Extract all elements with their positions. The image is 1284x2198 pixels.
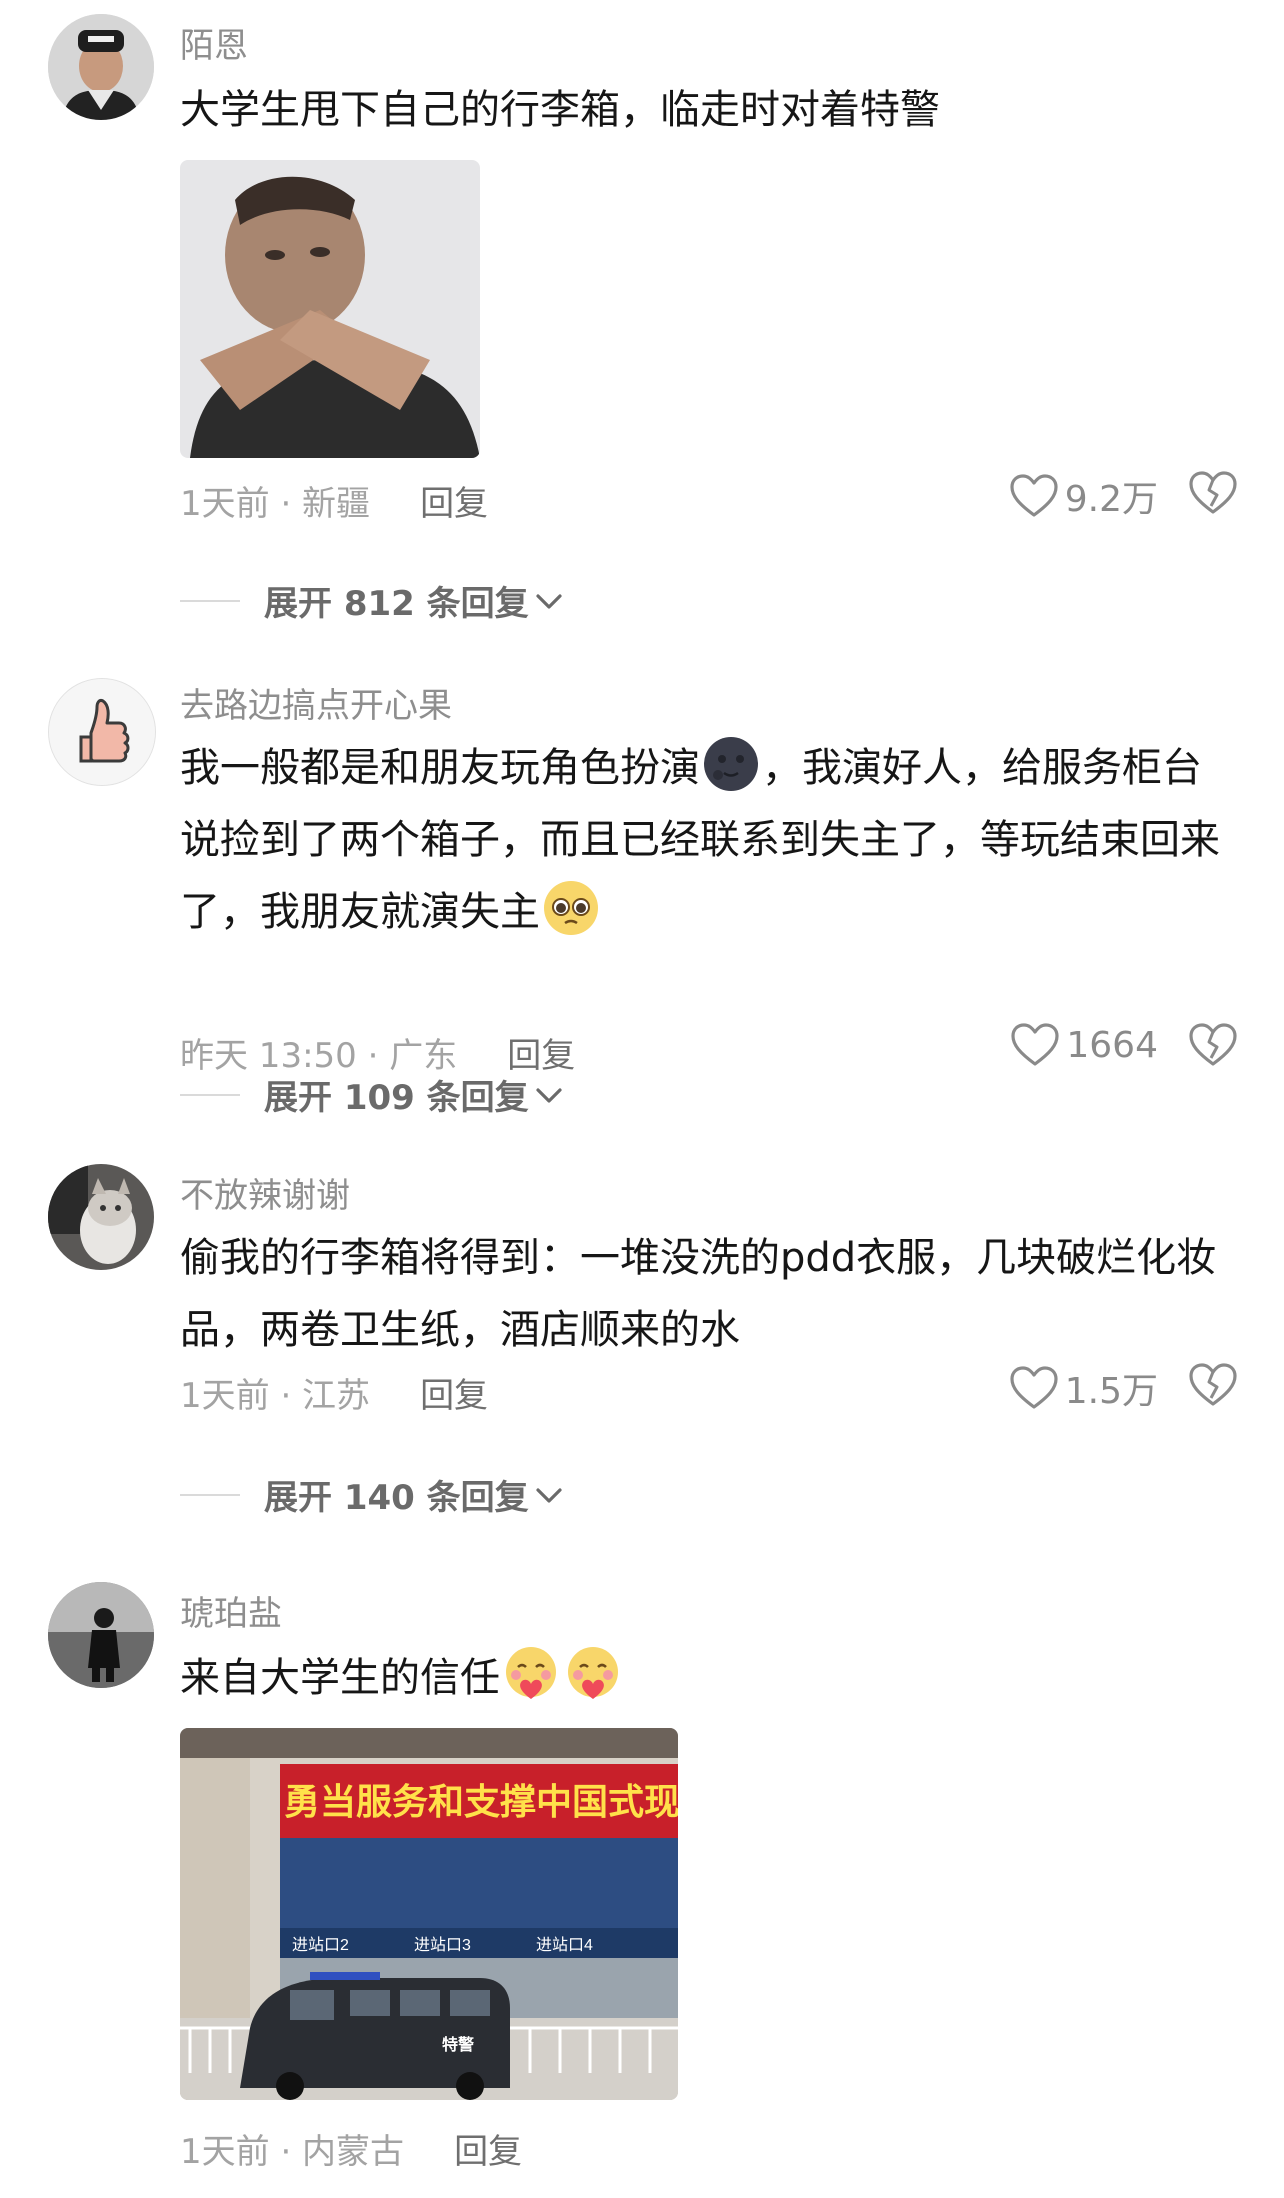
username[interactable]: 陌恩 bbox=[180, 18, 248, 67]
chevron-down-icon bbox=[533, 589, 565, 613]
comment-meta: 1天前 · 新疆 回复 bbox=[180, 476, 488, 525]
comment-item: 去路边搞点开心果 我一般都是和朋友玩角色扮演 ，我演好人，给服务柜台说捡到了两个… bbox=[0, 660, 1284, 1140]
username[interactable]: 去路边搞点开心果 bbox=[180, 678, 452, 727]
entrance-label: 进站口3 bbox=[414, 1936, 471, 1954]
comment-item: 不放辣谢谢 偷我的行李箱将得到：一堆没洗的pdd衣服，几块破烂化妆品，两卷卫生纸… bbox=[0, 1150, 1284, 1570]
entrance-label: 进站口2 bbox=[292, 1936, 349, 1954]
avatar[interactable] bbox=[48, 678, 156, 786]
broken-heart-icon[interactable] bbox=[1188, 470, 1238, 516]
like-button[interactable]: 1.5万 bbox=[1009, 1362, 1158, 1414]
dark-moon-emoji-icon bbox=[704, 737, 758, 791]
comment-text: 偷我的行李箱将得到：一堆没洗的pdd衣服，几块破烂化妆品，两卷卫生纸，酒店顺来的… bbox=[180, 1235, 1217, 1353]
reply-button[interactable]: 回复 bbox=[420, 1376, 488, 1416]
reply-button[interactable]: 回复 bbox=[454, 2132, 522, 2172]
comment-text-part: 来自大学生的信任 bbox=[180, 1655, 500, 1701]
divider bbox=[180, 1493, 240, 1496]
expand-replies-label: 展开 140 条回复 bbox=[264, 1478, 529, 1518]
like-button[interactable]: 1664 bbox=[1010, 1022, 1158, 1068]
comment-image[interactable] bbox=[180, 160, 480, 458]
van-label: 特警 bbox=[442, 2035, 474, 2054]
comment-text: 来自大学生的信任 bbox=[180, 1642, 1240, 1714]
comment-text: 我一般都是和朋友玩角色扮演 ，我演好人，给服务柜台说捡到了两个箱子，而且已经联系… bbox=[180, 732, 1240, 948]
time-location: 1天前 · 内蒙古 bbox=[180, 2132, 405, 2172]
expand-replies-button[interactable]: 展开 109 条回复 bbox=[180, 1070, 565, 1119]
comment-meta: 1天前 · 内蒙古 回复 bbox=[180, 2124, 522, 2173]
time-location: 1天前 · 新疆 bbox=[180, 484, 371, 524]
username[interactable]: 不放辣谢谢 bbox=[180, 1168, 350, 1217]
banner-text: 勇当服务和支撑中国式现代化建 bbox=[284, 1781, 678, 1822]
comment-item: 琥珀盐 来自大学生的信任 勇当服务和支撑中国式现代化建 bbox=[0, 1570, 1284, 2198]
comment-image[interactable]: 勇当服务和支撑中国式现代化建 进站口2 进站口3 进站口4 特警 bbox=[180, 1728, 678, 2100]
reply-button[interactable]: 回复 bbox=[420, 484, 488, 524]
expand-replies-button[interactable]: 展开 812 条回复 bbox=[180, 576, 565, 625]
username[interactable]: 琥珀盐 bbox=[180, 1586, 282, 1635]
comment-meta: 1天前 · 江苏 回复 bbox=[180, 1368, 488, 1417]
avatar[interactable] bbox=[48, 14, 154, 120]
broken-heart-icon[interactable] bbox=[1188, 1022, 1238, 1068]
like-count: 9.2万 bbox=[1064, 479, 1158, 520]
hugging-heart-emoji-icon bbox=[568, 1647, 618, 1699]
like-count: 1664 bbox=[1066, 1024, 1158, 1066]
hugging-heart-emoji-icon bbox=[506, 1647, 556, 1699]
heart-outline-icon bbox=[1009, 473, 1059, 519]
heart-outline-icon bbox=[1009, 1365, 1059, 1411]
pleading-face-emoji-icon bbox=[544, 881, 598, 935]
like-count: 1.5万 bbox=[1064, 1371, 1158, 1412]
chevron-down-icon bbox=[533, 1083, 565, 1107]
comment-item: 陌恩 大学生甩下自己的行李箱，临走时对着特警 1天前 · 新疆 回复 9.2万 展… bbox=[0, 0, 1284, 640]
entrance-label: 进站口4 bbox=[536, 1936, 593, 1954]
comment-text-part: 我一般都是和朋友玩角色扮演 bbox=[180, 745, 700, 791]
expand-replies-button[interactable]: 展开 140 条回复 bbox=[180, 1470, 565, 1519]
like-button[interactable]: 9.2万 bbox=[1009, 470, 1158, 522]
broken-heart-icon[interactable] bbox=[1188, 1362, 1238, 1408]
chevron-down-icon bbox=[533, 1483, 565, 1507]
heart-outline-icon bbox=[1010, 1022, 1060, 1068]
expand-replies-label: 展开 812 条回复 bbox=[264, 584, 529, 624]
avatar[interactable] bbox=[48, 1164, 154, 1270]
comment-text: 大学生甩下自己的行李箱，临走时对着特警 bbox=[180, 87, 940, 133]
time-location: 1天前 · 江苏 bbox=[180, 1376, 371, 1416]
expand-replies-label: 展开 109 条回复 bbox=[264, 1078, 529, 1118]
avatar[interactable] bbox=[48, 1582, 154, 1688]
divider bbox=[180, 1093, 240, 1096]
divider bbox=[180, 599, 240, 602]
